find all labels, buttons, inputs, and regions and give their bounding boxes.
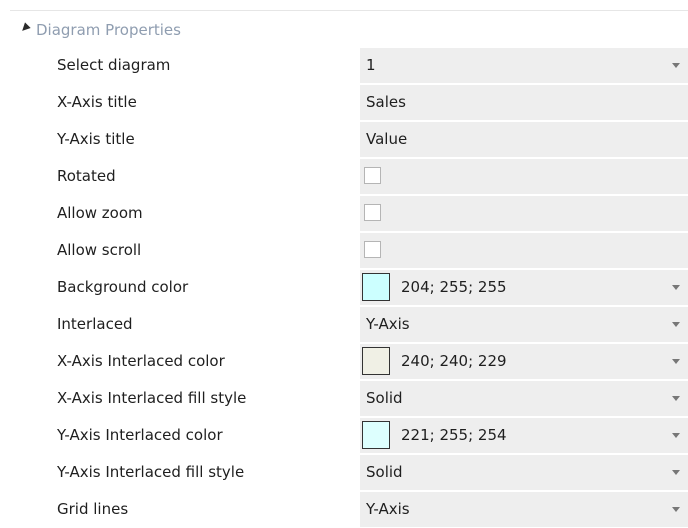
section-title: Diagram Properties — [36, 21, 181, 39]
x-axis-interlaced-color-swatch[interactable] — [362, 347, 390, 375]
panel-top-border — [10, 10, 688, 11]
y-axis-interlaced-color-label: Y-Axis Interlaced color — [57, 426, 223, 444]
x-axis-interlaced-color-label: X-Axis Interlaced color — [57, 352, 225, 370]
y-axis-title-value: Value — [366, 130, 408, 148]
y-axis-interlaced-fill-style-value: Solid — [366, 463, 403, 481]
y-axis-interlaced-fill-style-row: Y-Axis Interlaced fill style Solid — [0, 454, 688, 491]
y-axis-title-row: Y-Axis title Value — [0, 121, 688, 158]
background-color-value: 204; 255; 255 — [401, 278, 507, 296]
allow-zoom-row: Allow zoom — [0, 195, 688, 232]
x-axis-title-value: Sales — [366, 93, 406, 111]
expanded-triangle-icon[interactable] — [19, 22, 31, 34]
x-axis-interlaced-color-value: 240; 240; 229 — [401, 352, 507, 370]
rotated-checkbox[interactable] — [364, 167, 381, 184]
x-axis-interlaced-fill-style-label: X-Axis Interlaced fill style — [57, 389, 247, 407]
y-axis-interlaced-fill-style-label: Y-Axis Interlaced fill style — [57, 463, 245, 481]
grid-lines-row: Grid lines Y-Axis — [0, 491, 688, 528]
allow-scroll-label: Allow scroll — [57, 241, 142, 259]
allow-zoom-label: Allow zoom — [57, 204, 143, 222]
rotated-label: Rotated — [57, 167, 116, 185]
allow-scroll-checkbox[interactable] — [364, 241, 381, 258]
diagram-properties-panel: Diagram Properties Select diagram 1 X-Ax… — [0, 0, 688, 527]
chevron-down-icon[interactable] — [672, 470, 680, 475]
background-color-picker[interactable]: 204; 255; 255 — [360, 270, 688, 305]
select-diagram-label: Select diagram — [57, 56, 171, 74]
interlaced-value: Y-Axis — [366, 315, 410, 333]
background-color-swatch[interactable] — [362, 273, 390, 301]
select-diagram-row: Select diagram 1 — [0, 47, 688, 84]
allow-scroll-row: Allow scroll — [0, 232, 688, 269]
x-axis-title-row: X-Axis title Sales — [0, 84, 688, 121]
x-axis-interlaced-fill-style-dropdown[interactable]: Solid — [360, 381, 688, 416]
x-axis-interlaced-fill-style-row: X-Axis Interlaced fill style Solid — [0, 380, 688, 417]
x-axis-title-label: X-Axis title — [57, 93, 137, 111]
allow-zoom-value-cell — [360, 196, 688, 231]
background-color-row: Background color 204; 255; 255 — [0, 269, 688, 306]
diagram-properties-section-header[interactable]: Diagram Properties — [0, 13, 688, 47]
interlaced-row: Interlaced Y-Axis — [0, 306, 688, 343]
background-color-label: Background color — [57, 278, 189, 296]
chevron-down-icon[interactable] — [672, 285, 680, 290]
x-axis-interlaced-fill-style-value: Solid — [366, 389, 403, 407]
chevron-down-icon[interactable] — [672, 433, 680, 438]
x-axis-title-input[interactable]: Sales — [360, 85, 688, 120]
property-grid: Select diagram 1 X-Axis title Sales Y-Ax… — [0, 47, 688, 528]
x-axis-interlaced-color-picker[interactable]: 240; 240; 229 — [360, 344, 688, 379]
chevron-down-icon[interactable] — [672, 322, 680, 327]
interlaced-label: Interlaced — [57, 315, 133, 333]
y-axis-interlaced-color-value: 221; 255; 254 — [401, 426, 507, 444]
y-axis-title-input[interactable]: Value — [360, 122, 688, 157]
y-axis-interlaced-fill-style-dropdown[interactable]: Solid — [360, 455, 688, 490]
y-axis-title-label: Y-Axis title — [57, 130, 135, 148]
x-axis-interlaced-color-row: X-Axis Interlaced color 240; 240; 229 — [0, 343, 688, 380]
allow-zoom-checkbox[interactable] — [364, 204, 381, 221]
allow-scroll-value-cell — [360, 233, 688, 268]
chevron-down-icon[interactable] — [672, 359, 680, 364]
select-diagram-value: 1 — [366, 56, 376, 74]
select-diagram-dropdown[interactable]: 1 — [360, 48, 688, 83]
chevron-down-icon[interactable] — [672, 63, 680, 68]
rotated-value-cell — [360, 159, 688, 194]
rotated-row: Rotated — [0, 158, 688, 195]
interlaced-dropdown[interactable]: Y-Axis — [360, 307, 688, 342]
y-axis-interlaced-color-picker[interactable]: 221; 255; 254 — [360, 418, 688, 453]
grid-lines-label: Grid lines — [57, 500, 129, 518]
chevron-down-icon[interactable] — [672, 507, 680, 512]
chevron-down-icon[interactable] — [672, 396, 680, 401]
y-axis-interlaced-color-swatch[interactable] — [362, 421, 390, 449]
y-axis-interlaced-color-row: Y-Axis Interlaced color 221; 255; 254 — [0, 417, 688, 454]
